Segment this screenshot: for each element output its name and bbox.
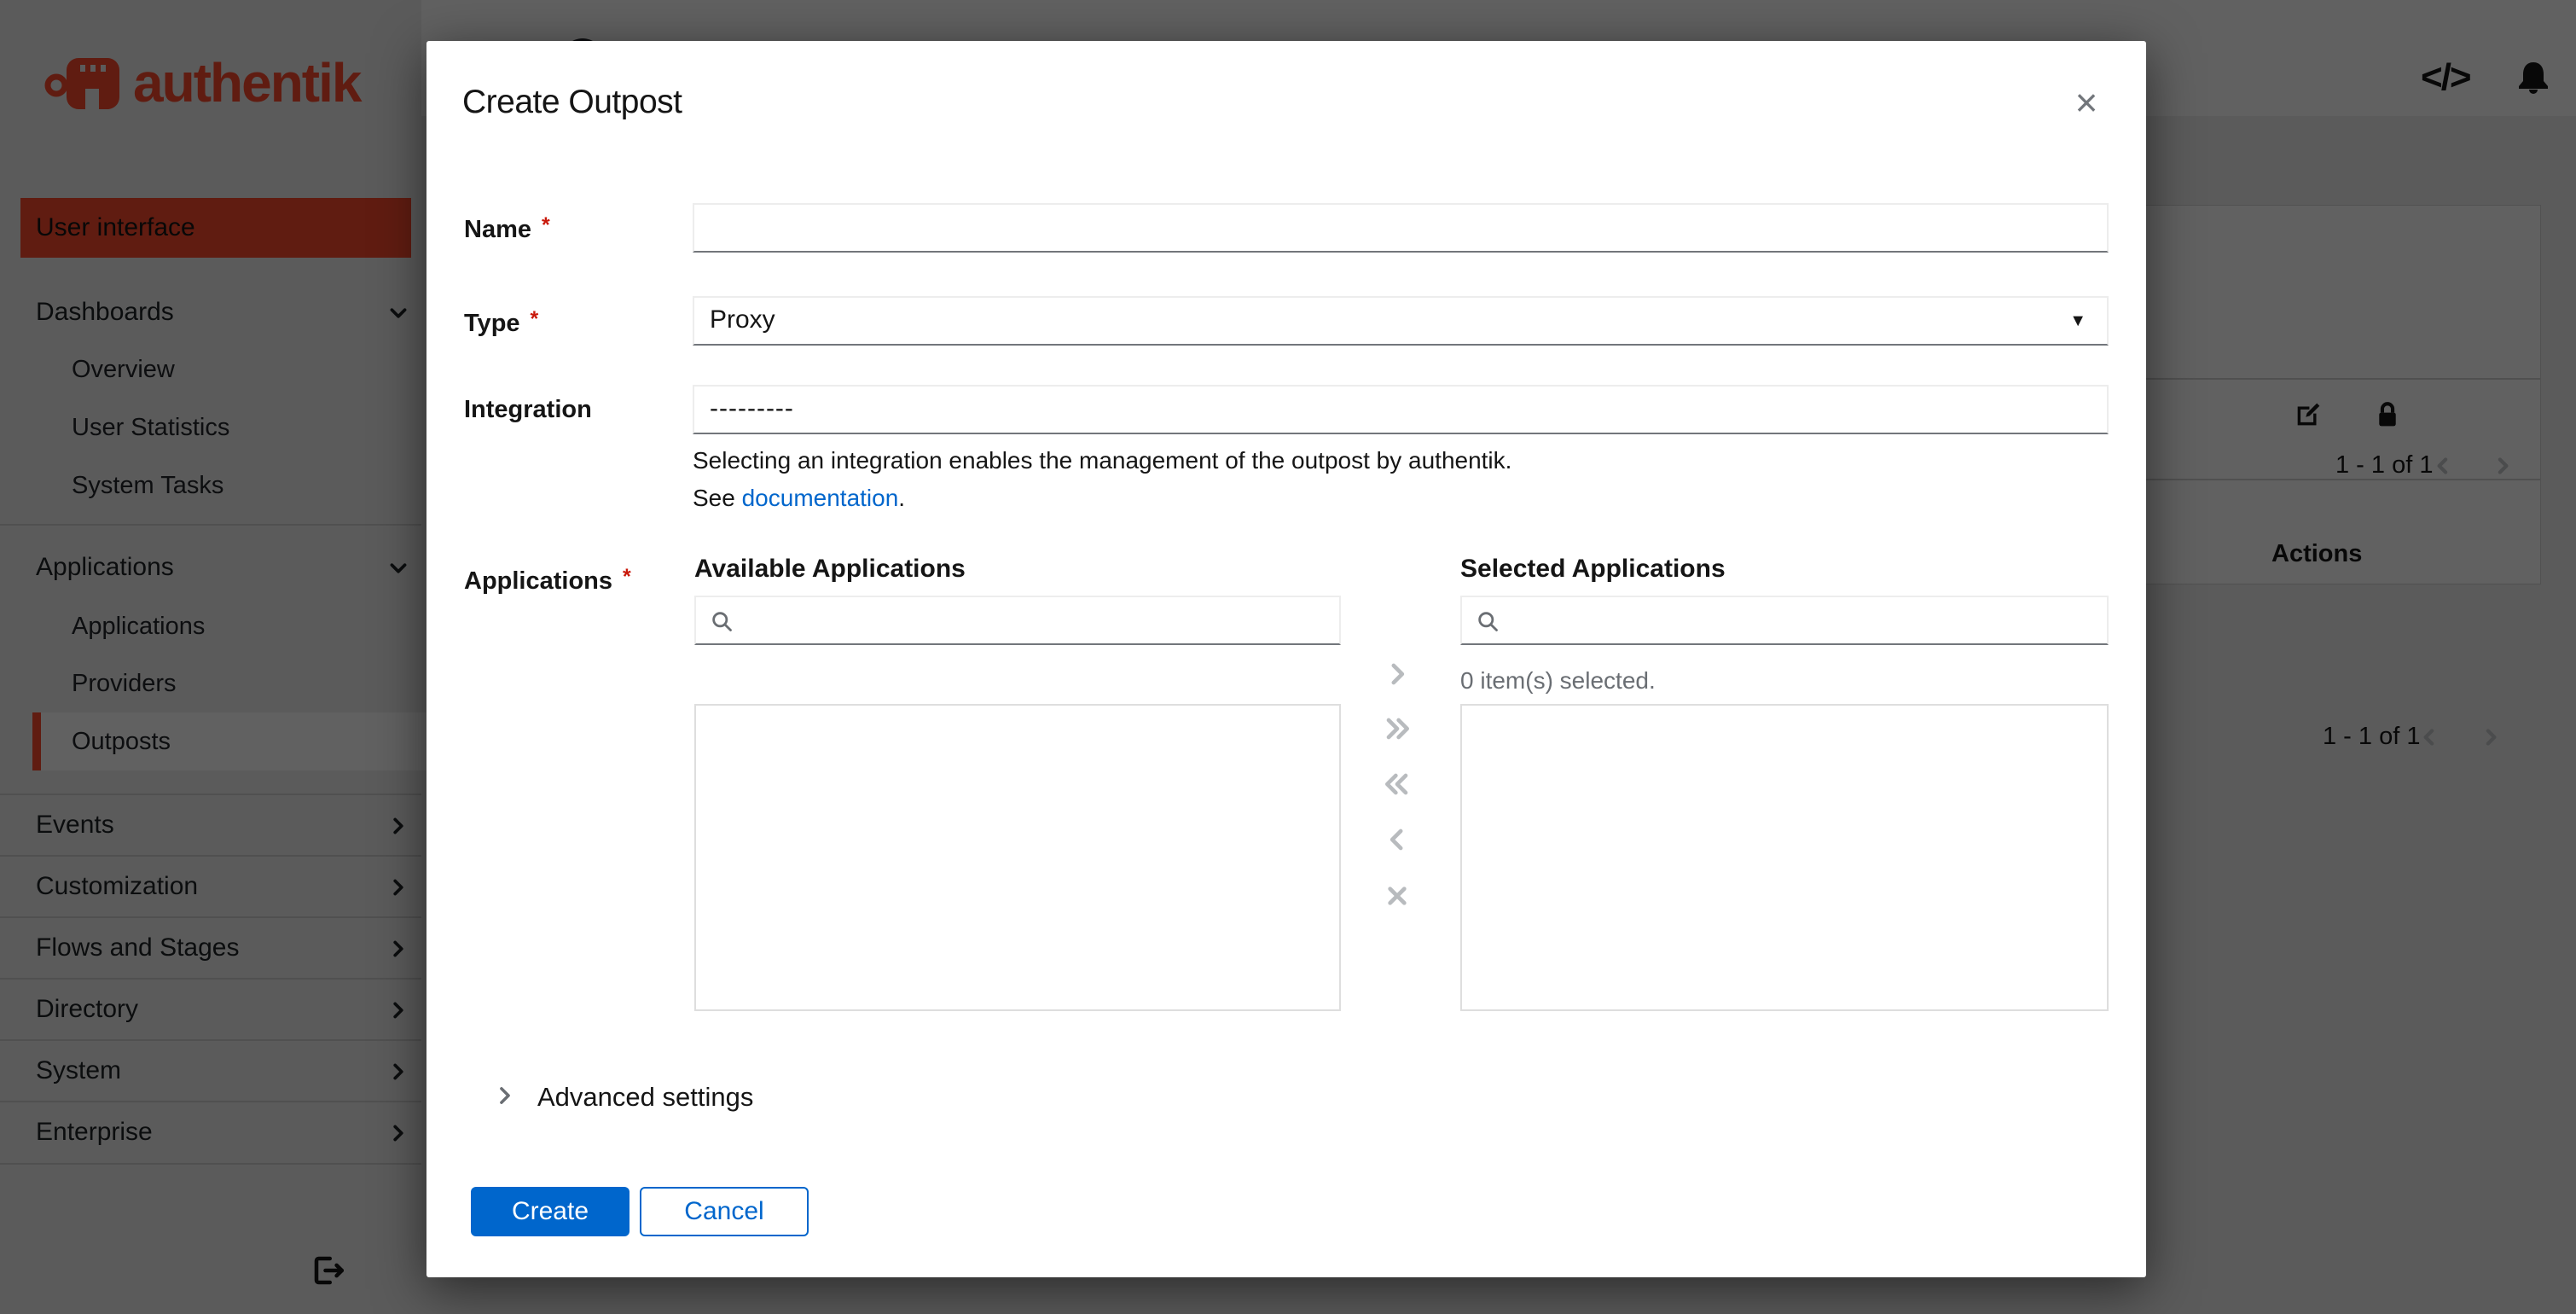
selected-applications-list[interactable]	[1460, 704, 2109, 1011]
selected-search-input[interactable]	[1460, 596, 2109, 645]
chevron-right-icon	[493, 1084, 517, 1108]
advanced-settings-expander[interactable]: Advanced settings	[493, 1077, 1005, 1118]
available-applications-title: Available Applications	[694, 555, 966, 583]
see-text: See	[693, 485, 735, 511]
selected-count-status: 0 item(s) selected.	[1460, 667, 1656, 694]
label-text: Integration	[464, 396, 592, 423]
selected-applications-title: Selected Applications	[1460, 555, 1726, 583]
remove-all-icon[interactable]	[1380, 767, 1414, 801]
create-outpost-modal: Create Outpost × Name * Type * Proxy ▼ Int…	[426, 41, 2146, 1277]
type-select[interactable]: Proxy ▼	[693, 296, 2109, 346]
required-asterisk: *	[623, 565, 631, 589]
add-all-icon[interactable]	[1380, 712, 1414, 746]
integration-help-text: Selecting an integration enables the man…	[693, 447, 1512, 474]
advanced-settings-label: Advanced settings	[537, 1082, 754, 1112]
modal-title: Create Outpost	[462, 84, 682, 120]
label-text: Type	[464, 310, 520, 337]
available-applications-list[interactable]	[694, 704, 1341, 1011]
documentation-link[interactable]: documentation	[742, 485, 899, 511]
period-text: .	[898, 485, 906, 511]
applications-label: Applications *	[464, 565, 631, 596]
label-text: Applications	[464, 567, 613, 595]
app-root: </> authentik	[0, 0, 2576, 1314]
search-icon	[710, 609, 734, 633]
integration-doc-line: See documentation.	[693, 485, 905, 512]
required-asterisk: *	[542, 213, 550, 237]
select-value: Proxy	[710, 305, 775, 334]
integration-label: Integration	[464, 396, 592, 424]
select-value: ---------	[710, 394, 794, 422]
create-button[interactable]: Create	[471, 1187, 629, 1236]
available-search-input[interactable]	[694, 596, 1341, 645]
remove-selected-icon[interactable]	[1380, 823, 1414, 857]
close-icon[interactable]: ×	[2063, 78, 2110, 126]
name-label: Name *	[464, 213, 550, 244]
required-asterisk: *	[530, 307, 539, 331]
label-text: Name	[464, 216, 531, 243]
type-label: Type *	[464, 307, 538, 338]
cancel-button[interactable]: Cancel	[640, 1187, 809, 1236]
clear-selection-icon[interactable]	[1380, 879, 1414, 913]
name-input[interactable]	[693, 203, 2109, 253]
select-caret-icon: ▼	[2069, 311, 2086, 330]
integration-select[interactable]: ---------	[693, 385, 2109, 434]
add-selected-icon[interactable]	[1380, 657, 1414, 691]
search-icon	[1476, 609, 1500, 633]
